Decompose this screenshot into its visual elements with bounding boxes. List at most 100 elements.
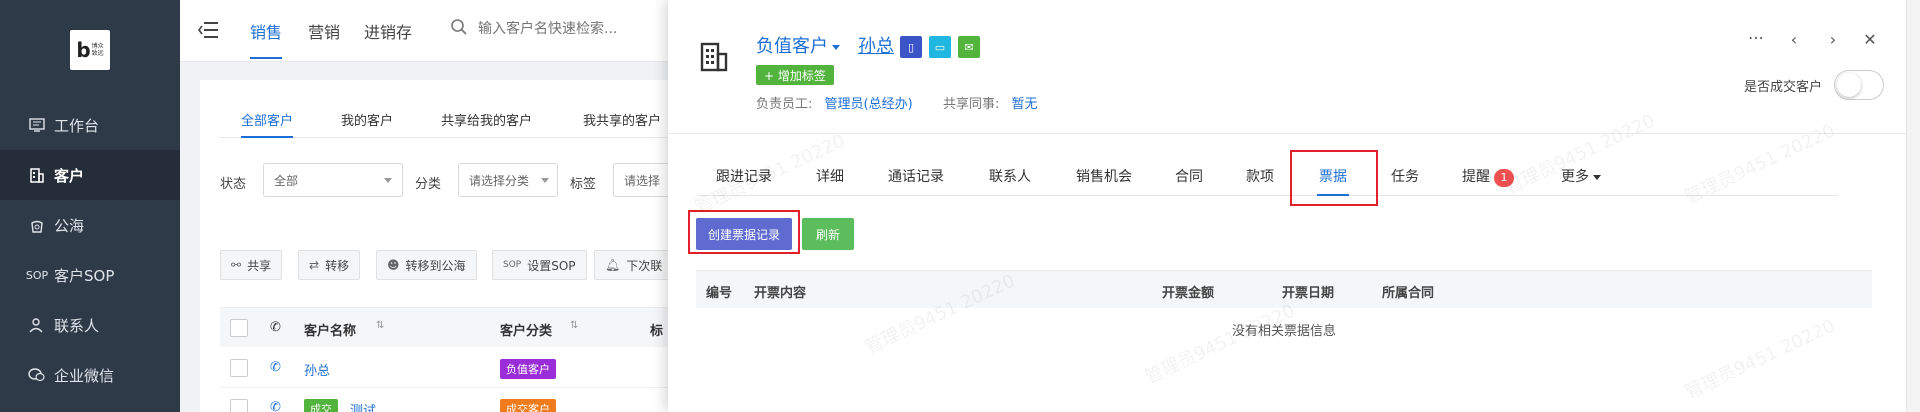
col-customer-name[interactable]: 客户名称 [304,320,356,339]
app-logo[interactable]: b 博众 致远 [70,30,110,70]
tab-payments[interactable]: 款项 [1246,166,1274,196]
customer-name-link[interactable]: 测试 [350,400,376,412]
drawer-header: 负值客户 孙总 ▯ ▭ ✉ + 增加标签 负责员工: 管理员(总经办) 共享同事… [668,0,1920,134]
drawer-scrollbar[interactable] [1906,0,1920,412]
sidebar-item-contacts[interactable]: 联系人 [0,300,180,350]
logo-mark: b [76,38,91,62]
building-icon [698,40,730,72]
col-amount: 开票金额 [1162,286,1215,301]
sidebar-item-customer-sop[interactable]: SOP 客户SOP [0,250,180,300]
highlight-frame-create-button [688,210,800,254]
tab-opportunities[interactable]: 销售机会 [1076,166,1132,196]
sidebar-item-label: 客户SOP [54,266,115,285]
row-checkbox[interactable] [230,359,248,377]
customer-type-dropdown[interactable]: 负值客户 [756,32,840,58]
building-icon [28,166,46,184]
sidebar-item-public-pool[interactable]: 公海 [0,200,180,250]
tab-contracts[interactable]: 合同 [1175,166,1203,196]
sea-icon: ☻ [387,258,400,272]
customer-detail-drawer: 负值客户 孙总 ▯ ▭ ✉ + 增加标签 负责员工: 管理员(总经办) 共享同事… [668,0,1920,412]
more-options-icon[interactable]: ⋯ [1746,28,1766,47]
row-checkbox[interactable] [230,399,248,412]
owner-label: 负责员工: [756,97,813,112]
mobile-icon[interactable]: ▯ [900,36,922,58]
owner-value[interactable]: 管理员(总经办) [825,97,913,112]
category-badge: 负值客户 [500,359,556,379]
category-filter-label: 分类 [415,177,442,192]
search-input[interactable] [478,21,678,37]
sidebar-item-customers[interactable]: 客户 [0,150,180,200]
close-icon[interactable]: ✕ [1860,30,1880,49]
tab-call-records[interactable]: 通话记录 [888,166,944,196]
message-icon[interactable]: ▭ [929,36,951,58]
top-tab-sales[interactable]: 销售 [250,19,283,59]
chevron-down-icon [384,178,392,183]
reminder-count-badge: 1 [1494,169,1514,187]
detail-tabs: 跟进记录 详细 通话记录 联系人 销售机会 合同 款项 票据 任务 提醒 1 更多 [698,160,1838,196]
refresh-button[interactable]: 刷新 [802,218,854,250]
chevron-down-icon [832,44,840,50]
select-all-checkbox[interactable] [230,319,248,337]
tab-reminders[interactable]: 提醒 1 [1462,166,1514,196]
top-tab-inventory[interactable]: 进销存 [364,19,412,59]
sort-icon[interactable]: ⇅ [570,320,578,331]
customer-name[interactable]: 孙总 [858,32,894,58]
status-select[interactable]: 全部 [263,163,403,197]
tab-contacts[interactable]: 联系人 [989,166,1031,196]
tab-details[interactable]: 详细 [816,166,844,196]
category-select[interactable]: 请选择分类 [458,163,558,197]
toggle-knob [1837,73,1861,97]
deal-customer-toggle[interactable] [1834,70,1884,100]
share-value[interactable]: 暂无 [1012,97,1038,112]
customer-name-link[interactable]: 孙总 [304,360,330,379]
move-to-pool-button[interactable]: ☻ 转移到公海 [376,250,477,280]
sidebar: b 博众 致远 工作台 客户 公海 SOP 客户SOP 联系人 企业微信 [0,0,180,412]
category-badge: 成交客户 [500,399,556,412]
share-info: 共享同事: 暂无 [943,93,1038,112]
tab-tasks[interactable]: 任务 [1391,166,1419,196]
col-date: 开票日期 [1282,286,1335,301]
add-tag-button[interactable]: + 增加标签 [756,65,834,85]
share-label: 共享同事: [943,97,1000,112]
tab-shared-by-me[interactable]: 我共享的客户 [583,110,661,138]
tag-filter-label: 标签 [570,177,597,192]
share-button[interactable]: ⚯ 共享 [220,250,283,280]
transfer-icon: ⇄ [309,258,320,272]
mail-icon[interactable]: ✉ [958,36,980,58]
tab-follow-up[interactable]: 跟进记录 [716,166,772,196]
phone-icon[interactable]: ✆ [270,360,281,375]
top-tab-marketing[interactable]: 营销 [308,19,340,59]
set-sop-button[interactable]: SOP 设置SOP [492,250,587,280]
transfer-button[interactable]: ⇄ 转移 [298,250,361,280]
tab-more[interactable]: 更多 [1561,166,1601,196]
menu-collapse-icon[interactable] [198,20,220,40]
col-tag[interactable]: 标 [650,320,663,339]
watermark: 管理员9451 20220 [1141,300,1299,389]
sidebar-item-label: 企业微信 [54,366,115,385]
deal-badge: 成交 [304,399,338,412]
sidebar-item-workbench[interactable]: 工作台 [0,100,180,150]
col-content: 开票内容 [754,286,807,301]
sidebar-item-wecom[interactable]: 企业微信 [0,350,180,400]
deal-customer-label: 是否成交客户 [1744,80,1823,95]
sop-icon: SOP [503,260,522,270]
chevron-left-icon[interactable]: ‹ [1784,30,1804,49]
logo-text: 博众 致远 [91,43,104,57]
chevron-right-icon[interactable]: › [1823,30,1843,49]
share-icon: ⚯ [231,258,242,272]
sop-icon: SOP [25,268,49,282]
wechat-icon [28,366,46,384]
col-contract: 所属合同 [1382,286,1435,301]
sort-icon[interactable]: ⇅ [376,320,384,331]
tab-all-customers[interactable]: 全部客户 [241,110,294,138]
person-icon [28,316,46,334]
tab-shared-to-me[interactable]: 共享给我的客户 [441,110,532,138]
col-customer-category[interactable]: 客户分类 [500,320,552,339]
bell-icon: 🔔︎ [605,258,621,272]
tab-my-customers[interactable]: 我的客户 [341,110,393,138]
search-icon[interactable] [450,18,468,40]
phone-icon[interactable]: ✆ [270,400,281,412]
status-filter-label: 状态 [220,177,247,192]
bag-icon [28,216,46,234]
chevron-down-icon [1593,174,1601,180]
